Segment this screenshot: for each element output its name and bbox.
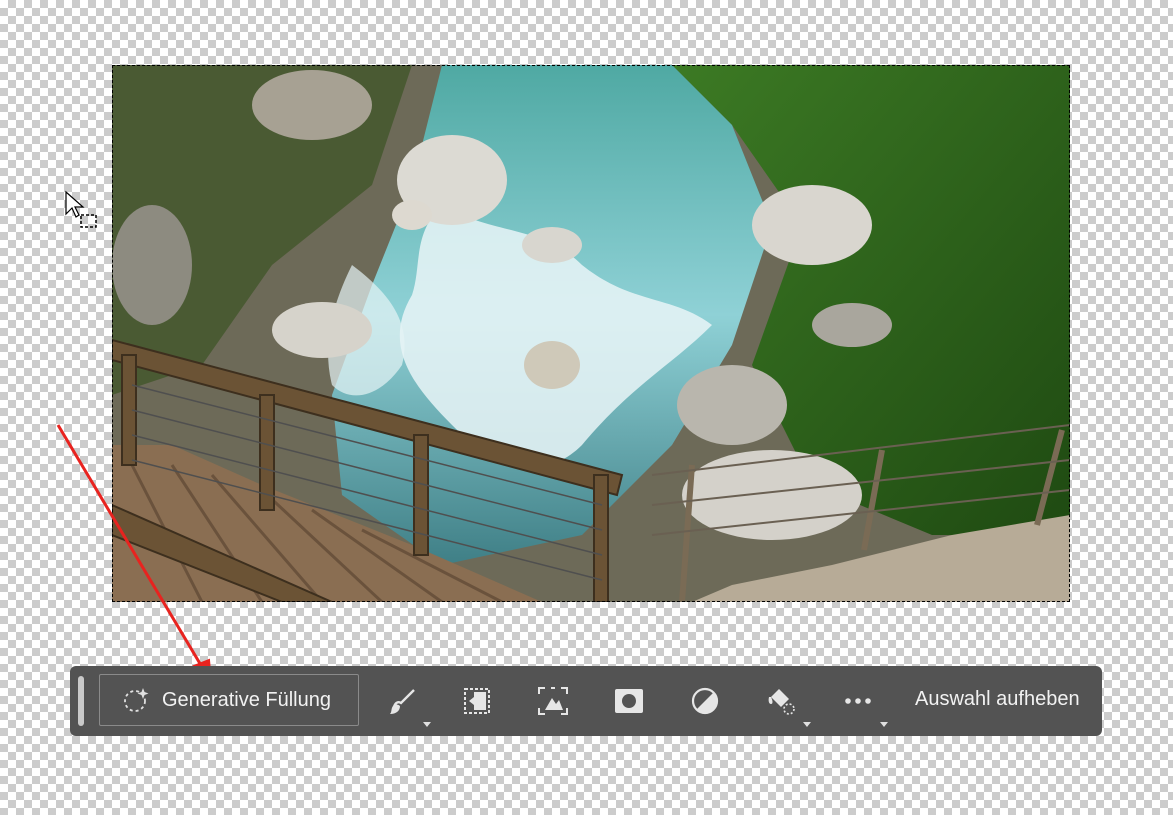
transform-selection-button[interactable] xyxy=(459,683,495,719)
fill-dropdown-caret[interactable] xyxy=(803,722,811,727)
fill-bucket-button[interactable] xyxy=(763,683,799,719)
brush-icon xyxy=(390,689,415,714)
select-subject-icon xyxy=(538,687,568,715)
more-options-icon xyxy=(845,698,871,704)
generative-fill-button[interactable]: Generative Füllung xyxy=(99,674,359,726)
mask-icon xyxy=(615,689,643,713)
canvas-photo xyxy=(112,65,1070,602)
adjustment-icon xyxy=(691,687,719,715)
taskbar-drag-handle[interactable] xyxy=(78,676,84,726)
select-subject-button[interactable] xyxy=(535,683,571,719)
marquee-cursor-icon xyxy=(64,190,100,230)
more-options-dropdown-caret[interactable] xyxy=(880,722,888,727)
mask-button[interactable] xyxy=(611,683,647,719)
transform-selection-icon xyxy=(464,688,490,714)
brush-tool-button[interactable] xyxy=(384,683,420,719)
generative-fill-label: Generative Füllung xyxy=(162,688,331,711)
adjustment-button[interactable] xyxy=(687,683,723,719)
generative-fill-icon xyxy=(122,686,150,714)
brush-dropdown-caret[interactable] xyxy=(423,722,431,727)
more-options-button[interactable] xyxy=(840,683,876,719)
fill-bucket-icon xyxy=(768,689,795,715)
deselect-button[interactable]: Auswahl aufheben xyxy=(915,688,1080,711)
contextual-taskbar: Generative Füllung Auswahl aufheben xyxy=(70,666,1102,736)
